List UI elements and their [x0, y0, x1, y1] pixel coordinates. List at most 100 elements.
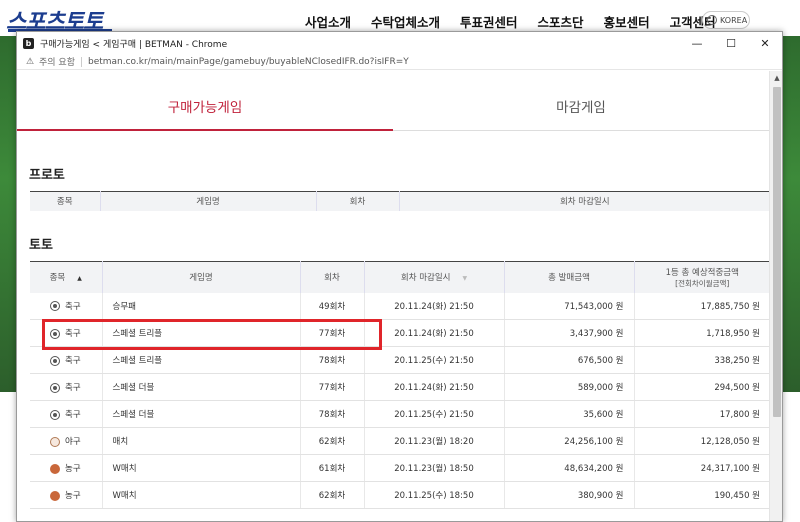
- sales-cell-text: 3,437,900 원: [569, 329, 624, 339]
- tab-buyable-games[interactable]: 구매가능게임: [17, 81, 393, 131]
- toto-section-title: 토토: [29, 238, 53, 253]
- popup-window: b 구매가능게임 < 게임구매 | BETMAN - Chrome — ☐ ✕ …: [16, 31, 783, 522]
- table-row[interactable]: 농구 W매치 62회차 20.11.25(수) 18:50 380,900 원 190,4…: [30, 481, 769, 509]
- prize-cell: 17,800 원: [634, 400, 769, 428]
- sales-cell: 71,543,000 원: [504, 292, 635, 320]
- address-divider: [80, 56, 82, 67]
- soccer-icon: [50, 301, 60, 312]
- nav-item-about[interactable]: 사업소개: [305, 12, 351, 31]
- round-cell: 49회차: [300, 292, 365, 320]
- prize-cell: 12,128,050 원: [634, 427, 769, 455]
- proto-header-round: 회차: [316, 191, 400, 211]
- table-row[interactable]: 축구 승무패 49회차 20.11.24(화) 21:50 71,543,000 원 17…: [30, 292, 769, 320]
- toto-header-sport[interactable]: 종목 ▲: [30, 261, 103, 293]
- security-warning[interactable]: 주의 요함: [39, 55, 75, 68]
- sales-cell: 676,500 원: [504, 346, 635, 374]
- maximize-button[interactable]: ☐: [714, 32, 748, 54]
- round-cell: 77회차: [300, 373, 365, 401]
- address-url[interactable]: betman.co.kr/main/mainPage/gamebuy/buyab…: [88, 57, 409, 67]
- sales-cell: 589,000 원: [504, 373, 635, 401]
- nav-item-sports-team[interactable]: 스포츠단: [538, 12, 584, 31]
- round-cell: 78회차: [300, 346, 365, 374]
- game-name-cell-text: 승무패: [112, 301, 136, 312]
- sort-desc-icon[interactable]: ▼: [463, 275, 468, 282]
- warning-icon[interactable]: ⚠: [25, 57, 35, 67]
- globe-icon: [707, 15, 717, 25]
- game-name-cell[interactable]: 스페셜 트리플: [102, 346, 301, 374]
- minimize-button[interactable]: —: [680, 32, 714, 54]
- deadline-cell-text: 20.11.25(수) 21:50: [394, 356, 474, 366]
- table-row[interactable]: 축구 스페셜 더블 78회차 20.11.25(수) 21:50 35,600 원 17,…: [30, 400, 769, 428]
- deadline-cell: 20.11.24(화) 21:50: [364, 292, 505, 320]
- address-bar[interactable]: ⚠ 주의 요함 betman.co.kr/main/mainPage/gameb…: [17, 54, 782, 70]
- round-cell: 78회차: [300, 400, 365, 428]
- nav-item-pr-center[interactable]: 홍보센터: [604, 12, 650, 31]
- game-name-cell[interactable]: 승무패: [102, 292, 301, 320]
- sales-cell: 3,437,900 원: [504, 319, 635, 347]
- sport-cell-text: 축구: [65, 410, 81, 420]
- prize-cell: 338,250 원: [634, 346, 769, 374]
- sport-cell-text: 농구: [65, 491, 81, 501]
- prize-cell-text: 17,800 원: [719, 410, 760, 420]
- round-cell-text: 49회차: [318, 301, 346, 312]
- proto-header-sport: 종목: [30, 191, 101, 211]
- prize-cell-text: 1,718,950 원: [706, 329, 760, 339]
- prize-cell-text: 17,885,750 원: [700, 301, 760, 312]
- table-row[interactable]: 축구 스페셜 더블 77회차 20.11.24(화) 21:50 589,000 원 29…: [30, 373, 769, 401]
- background-grass-left: [0, 36, 16, 392]
- prize-cell: 1,718,950 원: [634, 319, 769, 347]
- prize-cell: 24,317,100 원: [634, 454, 769, 482]
- toto-header-deadline[interactable]: 회차 마감일시 ▼: [364, 261, 505, 293]
- round-cell-text: 78회차: [318, 356, 346, 366]
- language-label: KOREA: [720, 15, 748, 25]
- site-nav: 사업소개 수탁업체소개 투표권센터 스포츠단 홍보센터 고객센터: [305, 12, 716, 31]
- round-cell: 61회차: [300, 454, 365, 482]
- game-name-cell-text: 스페셜 트리플: [112, 356, 163, 366]
- soccer-icon: [50, 409, 60, 420]
- language-selector[interactable]: KOREA: [702, 11, 750, 29]
- scroll-thumb[interactable]: [773, 87, 781, 417]
- vertical-scrollbar[interactable]: ▲: [769, 71, 782, 521]
- game-name-cell[interactable]: W매치: [102, 481, 301, 509]
- table-row[interactable]: 농구 W매치 61회차 20.11.23(월) 18:50 48,634,200 원 24…: [30, 454, 769, 482]
- toto-header-name: 게임명: [102, 261, 301, 293]
- sport-cell-text: 야구: [65, 437, 81, 447]
- tab-closed-games[interactable]: 마감게임: [393, 81, 769, 130]
- game-name-cell[interactable]: 스페셜 더블: [102, 400, 301, 428]
- sport-cell: 축구: [30, 346, 103, 374]
- nav-item-ticket-center[interactable]: 투표권센터: [460, 12, 518, 31]
- game-name-cell[interactable]: 매치: [102, 427, 301, 455]
- prize-cell-text: 338,250 원: [714, 356, 760, 366]
- prize-cell-text: 24,317,100 원: [700, 464, 760, 474]
- toto-header-round: 회차: [300, 261, 365, 293]
- sort-asc-icon[interactable]: ▲: [77, 275, 82, 282]
- deadline-cell-text: 20.11.25(수) 21:50: [394, 410, 474, 420]
- prize-cell: 17,885,750 원: [634, 292, 769, 320]
- page-content: 구매가능게임 마감게임 프로토 종목 게임명 회차 회차 마감일시 토토 종목 …: [17, 71, 769, 521]
- deadline-cell-text: 20.11.23(월) 18:20: [394, 437, 474, 447]
- toto-header-sales: 총 발매금액: [504, 261, 635, 293]
- nav-item-partners[interactable]: 수탁업체소개: [371, 12, 440, 31]
- toto-header-prize-label: 1등 총 예상적중금액: [665, 267, 739, 278]
- game-name-cell[interactable]: W매치: [102, 454, 301, 482]
- sport-cell-text: 축구: [65, 383, 81, 393]
- deadline-cell-text: 20.11.25(수) 18:50: [394, 491, 474, 501]
- table-row[interactable]: 축구 스페셜 트리플 78회차 20.11.25(수) 21:50 676,500 원 3…: [30, 346, 769, 374]
- sales-cell: 24,256,100 원: [504, 427, 635, 455]
- sales-cell: 35,600 원: [504, 400, 635, 428]
- close-button[interactable]: ✕: [748, 32, 782, 54]
- deadline-cell: 20.11.25(수) 21:50: [364, 346, 505, 374]
- game-name-cell[interactable]: 스페셜 더블: [102, 373, 301, 401]
- window-titlebar[interactable]: b 구매가능게임 < 게임구매 | BETMAN - Chrome — ☐ ✕: [17, 32, 782, 54]
- deadline-cell: 20.11.24(화) 21:50: [364, 373, 505, 401]
- table-row[interactable]: 야구 매치 62회차 20.11.23(월) 18:20 24,256,100 원 12,…: [30, 427, 769, 455]
- scroll-up-icon[interactable]: ▲: [770, 71, 782, 85]
- prize-cell: 190,450 원: [634, 481, 769, 509]
- sport-cell: 축구: [30, 292, 103, 320]
- sport-cell-text: 축구: [65, 356, 81, 366]
- proto-header-name: 게임명: [100, 191, 317, 211]
- prize-cell-text: 190,450 원: [714, 491, 760, 501]
- deadline-cell-text: 20.11.24(화) 21:50: [394, 383, 474, 393]
- sport-cell: 축구: [30, 373, 103, 401]
- sales-cell-text: 71,543,000 원: [564, 301, 624, 312]
